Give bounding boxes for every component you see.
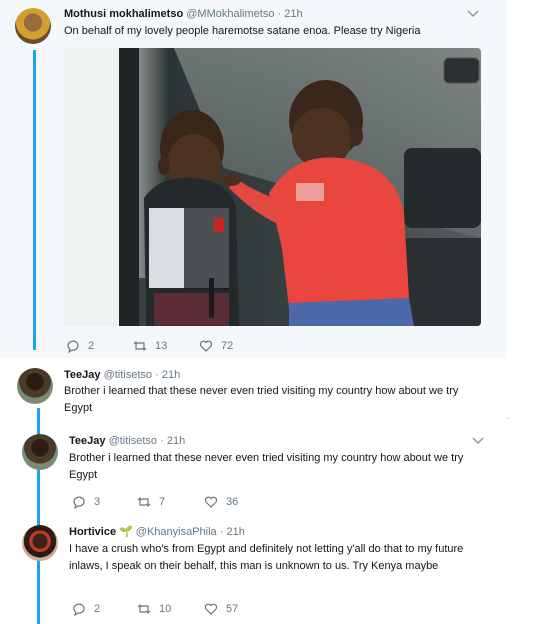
like-action[interactable]: 36 (204, 495, 238, 509)
reply-text: Brother i learned that these never even … (64, 385, 459, 414)
retweet-icon (137, 497, 151, 507)
reply-text: Brother i learned that these never even … (69, 452, 464, 481)
heart-icon (204, 496, 218, 508)
reply-count: 2 (88, 340, 95, 353)
chevron-down-icon[interactable] (467, 10, 479, 20)
reply-icon (73, 603, 85, 617)
like-action[interactable]: 72 (199, 339, 233, 353)
reply-action[interactable]: 2 (72, 602, 101, 617)
tweet-time[interactable]: 21h (167, 435, 185, 447)
reply-header: Hortivice 🌱 @KhanyisaPhila · 21h (69, 526, 245, 538)
like-count: 72 (221, 340, 234, 353)
reply-text: I have a crush who's from Egypt and defi… (69, 543, 464, 572)
tweet-time[interactable]: 21h (162, 369, 180, 381)
retweet-action[interactable]: 13 (133, 339, 167, 353)
like-action[interactable]: 57 (204, 602, 238, 616)
author-name[interactable]: Mothusi mokhalimetso (64, 8, 183, 20)
tweet-text: On behalf of my lovely people haremotse … (64, 25, 421, 37)
author-handle[interactable]: @MMokhalimetso (186, 8, 274, 20)
seedling-icon: 🌱 (119, 526, 133, 538)
reply-icon (67, 340, 79, 354)
retweet-count: 7 (159, 496, 166, 509)
like-count: 36 (226, 496, 239, 509)
photo-illustration (64, 48, 481, 326)
avatar[interactable] (22, 525, 58, 561)
heart-icon (199, 340, 213, 352)
retweet-icon (133, 341, 147, 351)
reply-icon (73, 496, 85, 510)
author-handle[interactable]: @titisetso (104, 369, 152, 381)
retweet-action[interactable]: 10 (137, 602, 171, 616)
tweet-time[interactable]: 21h (226, 526, 244, 538)
like-count: 57 (226, 603, 239, 616)
retweet-count: 10 (159, 603, 172, 616)
reply-header: TeeJay @titisetso · 21h (64, 369, 181, 381)
replies-panel (0, 418, 506, 624)
avatar[interactable] (17, 368, 53, 404)
retweet-icon (137, 604, 151, 614)
retweet-count: 13 (155, 340, 168, 353)
author-name[interactable]: TeeJay (64, 369, 101, 381)
reply-count: 2 (94, 603, 101, 616)
reply-action[interactable]: 3 (72, 495, 101, 510)
author-handle[interactable]: @titisetso (109, 435, 157, 447)
author-handle[interactable]: @KhanyisaPhila (136, 526, 217, 538)
avatar[interactable] (22, 434, 58, 470)
thread-line (33, 50, 36, 350)
chevron-down-icon[interactable] (472, 437, 484, 447)
reply-header: TeeJay @titisetso · 21h (69, 435, 186, 447)
reply-count: 3 (94, 496, 101, 509)
author-name[interactable]: Hortivice (69, 526, 116, 538)
retweet-action[interactable]: 7 (137, 495, 165, 509)
tweet-photo[interactable] (64, 48, 481, 326)
author-name[interactable]: TeeJay (69, 435, 106, 447)
heart-icon (204, 603, 218, 615)
tweet-header: Mothusi mokhalimetso @MMokhalimetso · 21… (64, 8, 303, 20)
avatar[interactable] (15, 8, 51, 44)
reply-action[interactable]: 2 (66, 339, 95, 354)
tweet-time[interactable]: 21h (284, 8, 302, 20)
